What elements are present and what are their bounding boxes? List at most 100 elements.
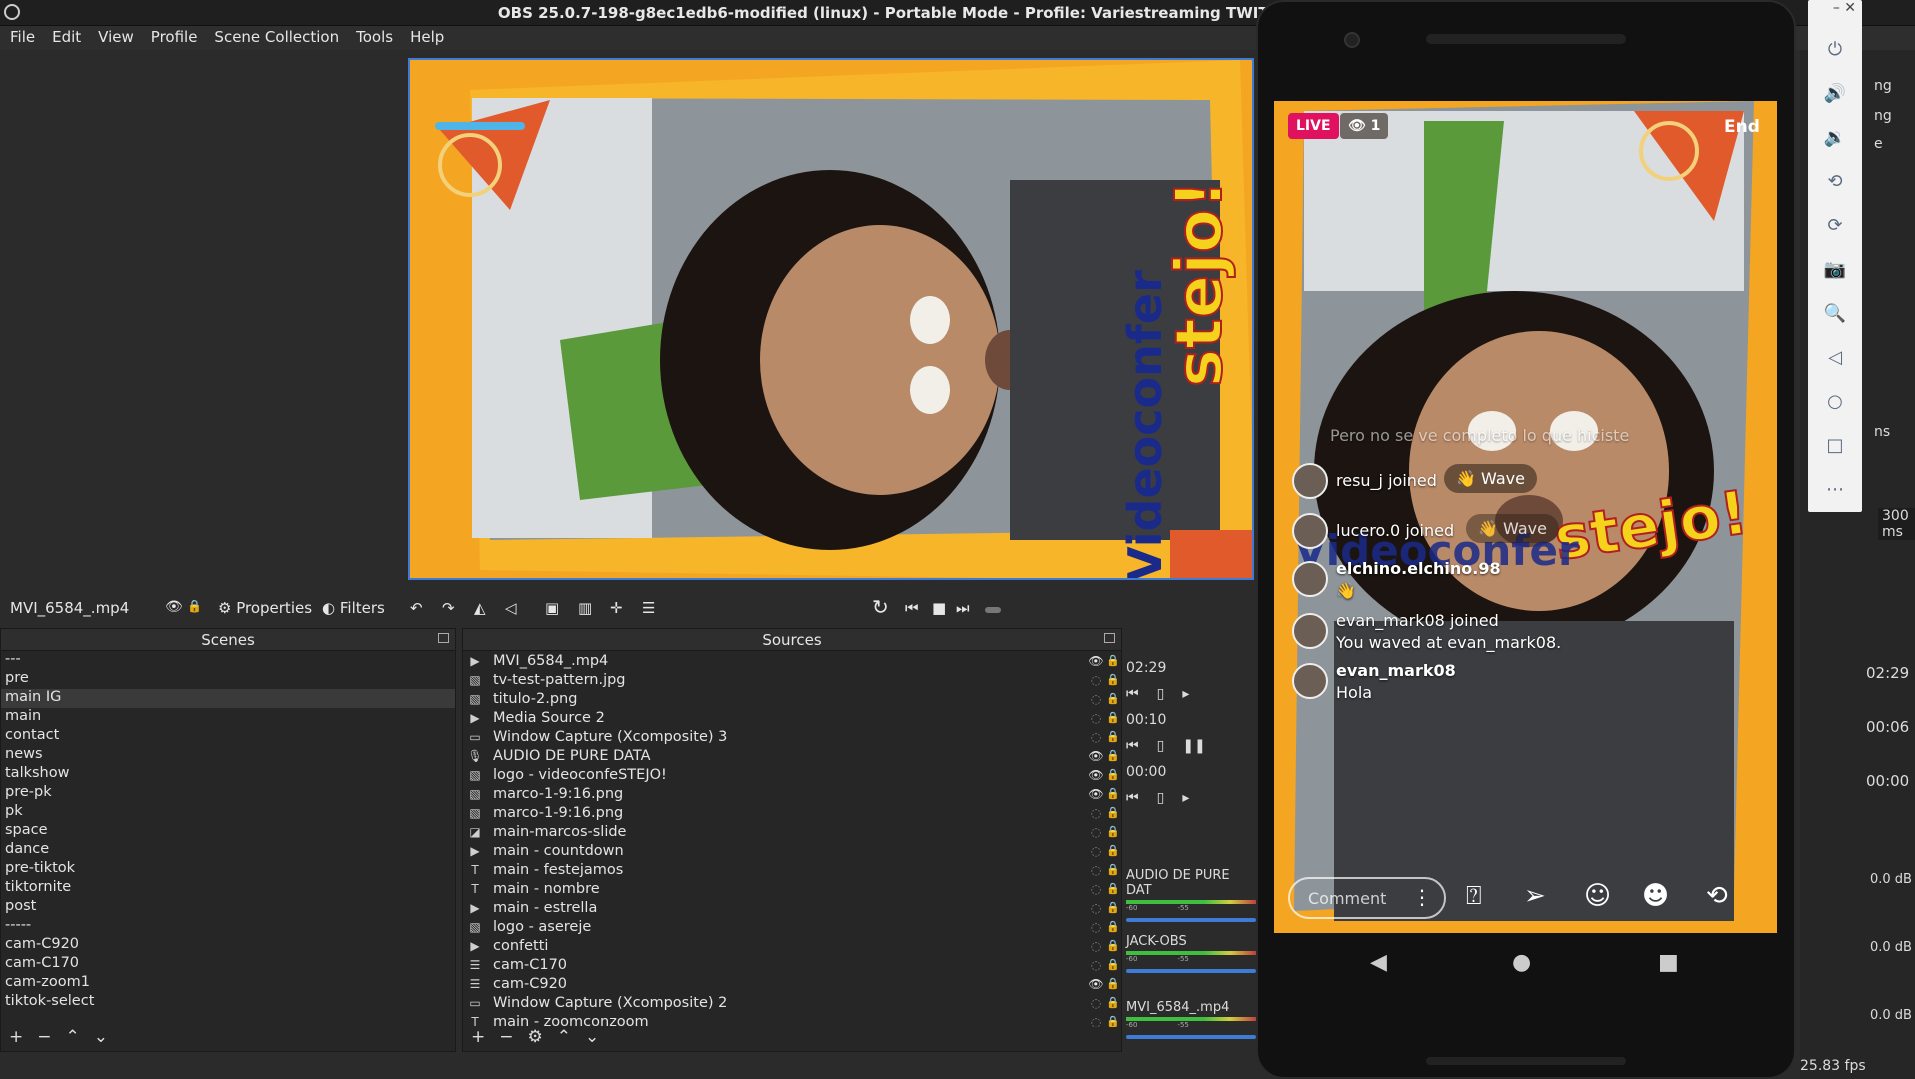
- visibility-eye-icon[interactable]: ◌: [1087, 673, 1105, 687]
- filters-button[interactable]: ◐ Filters: [322, 599, 385, 617]
- lock-icon[interactable]: 🔒: [1105, 958, 1121, 971]
- more-icon[interactable]: ⋯: [1808, 468, 1862, 512]
- move-up-icon[interactable]: ⌃: [66, 1027, 80, 1047]
- scene-item[interactable]: ---: [1, 651, 455, 670]
- minimize-icon[interactable]: –: [1833, 0, 1844, 16]
- source-item[interactable]: ▧ logo - asereje ◌ 🔒: [463, 917, 1121, 936]
- scene-item[interactable]: cam-C920: [1, 936, 455, 955]
- power-icon[interactable]: ⏻: [1808, 28, 1862, 72]
- volume-slider[interactable]: [1126, 1035, 1256, 1039]
- scene-item[interactable]: post: [1, 898, 455, 917]
- lock-icon[interactable]: 🔒: [1105, 939, 1121, 952]
- scene-item[interactable]: cam-C170: [1, 955, 455, 974]
- visibility-eye-icon[interactable]: ◌: [1087, 863, 1105, 877]
- scene-item[interactable]: cam-zoom1: [1, 974, 455, 993]
- stop-icon[interactable]: ▯: [1157, 738, 1165, 754]
- menu-file[interactable]: File: [0, 26, 42, 46]
- visibility-eye-icon[interactable]: ◌: [1087, 901, 1105, 915]
- visibility-eye-icon[interactable]: ◌: [1087, 958, 1105, 972]
- visibility-eye-icon[interactable]: 👁: [1087, 787, 1105, 801]
- wave-button[interactable]: 👋 Wave: [1444, 464, 1537, 493]
- properties-button[interactable]: ⚙ Properties: [218, 599, 312, 617]
- back-icon[interactable]: ◀: [1370, 950, 1387, 975]
- scene-item[interactable]: pre-pk: [1, 784, 455, 803]
- eye-icon[interactable]: 👁: [165, 599, 183, 615]
- pause-icon[interactable]: ❚❚: [1182, 738, 1205, 754]
- face-effects-icon[interactable]: ☺: [1584, 881, 1611, 911]
- stretch-icon[interactable]: ▥: [578, 599, 592, 617]
- lock-icon[interactable]: 🔒: [1105, 882, 1121, 895]
- emoji-icon[interactable]: ☻: [1642, 881, 1669, 911]
- lock-icon[interactable]: 🔒: [187, 599, 202, 613]
- move-down-icon[interactable]: ⌄: [585, 1027, 599, 1047]
- source-item[interactable]: Tmain - zoomconzoom ◌ 🔒: [463, 1012, 1121, 1028]
- rotate-right-icon[interactable]: ↷: [442, 599, 455, 617]
- stop-icon[interactable]: ■: [932, 599, 946, 617]
- flip-vertical-icon[interactable]: ◁: [505, 599, 517, 617]
- scene-item[interactable]: pre: [1, 670, 455, 689]
- scene-item[interactable]: main IG: [1, 689, 455, 708]
- source-item[interactable]: ☰ cam-C170 ◌ 🔒: [463, 955, 1121, 974]
- previous-icon[interactable]: ⏮: [1126, 790, 1139, 806]
- previous-icon[interactable]: ⏮: [1126, 686, 1139, 702]
- scene-item[interactable]: main: [1, 708, 455, 727]
- source-item[interactable]: ▶ Media Source 2 ◌ 🔒: [463, 708, 1121, 727]
- scene-item[interactable]: dance: [1, 841, 455, 860]
- stop-icon[interactable]: ▯: [1157, 686, 1165, 702]
- back-icon[interactable]: ◁: [1808, 336, 1862, 380]
- flip-camera-icon[interactable]: ⟲: [1706, 881, 1728, 911]
- close-icon[interactable]: ✕: [1844, 0, 1856, 16]
- source-item[interactable]: ▧ logo - videoconfeSTEJO! 👁 🔒: [463, 765, 1121, 784]
- program-preview[interactable]: stejo! Videoconfer: [408, 58, 1254, 580]
- center-icon[interactable]: ✛: [610, 599, 623, 617]
- scene-item[interactable]: news: [1, 746, 455, 765]
- menu-help[interactable]: Help: [400, 26, 451, 46]
- flip-horizontal-icon[interactable]: ◭: [474, 599, 486, 617]
- visibility-eye-icon[interactable]: 👁: [1087, 977, 1105, 991]
- scene-item[interactable]: contact: [1, 727, 455, 746]
- visibility-eye-icon[interactable]: ◌: [1087, 730, 1105, 744]
- menu-tools[interactable]: Tools: [346, 26, 400, 46]
- scene-item[interactable]: tiktornite: [1, 879, 455, 898]
- add-icon[interactable]: +: [9, 1027, 23, 1047]
- restart-icon[interactable]: ↻: [872, 595, 889, 619]
- source-item[interactable]: ▧ marco-1-9:16.png ◌ 🔒: [463, 803, 1121, 822]
- previous-icon[interactable]: ⏮: [905, 599, 919, 617]
- lock-icon[interactable]: 🔒: [1105, 1015, 1121, 1027]
- lock-icon[interactable]: 🔒: [1105, 863, 1121, 876]
- end-button[interactable]: End: [1724, 117, 1760, 137]
- source-item[interactable]: ◪ main-marcos-slide ◌ 🔒: [463, 822, 1121, 841]
- source-item[interactable]: ▶ main - estrella ◌ 🔒: [463, 898, 1121, 917]
- recent-apps-icon[interactable]: ■: [1658, 950, 1679, 975]
- lock-icon[interactable]: 🔒: [1105, 787, 1121, 800]
- source-item[interactable]: ▶ MVI_6584_.mp4 👁 🔒: [463, 651, 1121, 670]
- source-item[interactable]: ▧ titulo-2.png ◌ 🔒: [463, 689, 1121, 708]
- rotate-left-icon[interactable]: ⟲: [1808, 160, 1862, 204]
- lock-icon[interactable]: 🔒: [1105, 768, 1121, 781]
- visibility-eye-icon[interactable]: ◌: [1087, 806, 1105, 820]
- home-icon[interactable]: ○: [1808, 380, 1862, 424]
- lock-icon[interactable]: 🔒: [1105, 654, 1121, 667]
- more-options-icon[interactable]: ⋮: [1412, 885, 1432, 909]
- lock-icon[interactable]: 🔒: [1105, 901, 1121, 914]
- play-icon[interactable]: ▸: [1182, 686, 1189, 702]
- menu-profile[interactable]: Profile: [141, 26, 205, 46]
- source-item[interactable]: ☰ cam-C920 👁 🔒: [463, 974, 1121, 993]
- rotate-right-icon[interactable]: ⟳: [1808, 204, 1862, 248]
- send-icon[interactable]: ➢: [1524, 881, 1546, 911]
- gear-icon[interactable]: ⚙: [528, 1027, 543, 1047]
- volume-slider[interactable]: [1126, 969, 1256, 973]
- move-down-icon[interactable]: ⌄: [94, 1027, 108, 1047]
- stop-icon[interactable]: ▯: [1157, 790, 1165, 806]
- remove-icon[interactable]: −: [499, 1027, 513, 1047]
- visibility-eye-icon[interactable]: ◌: [1087, 882, 1105, 896]
- undock-icon[interactable]: [1104, 633, 1115, 643]
- visibility-eye-icon[interactable]: ◌: [1087, 996, 1105, 1010]
- lock-icon[interactable]: 🔒: [1105, 673, 1121, 686]
- source-item[interactable]: Tmain - festejamos ◌ 🔒: [463, 860, 1121, 879]
- add-icon[interactable]: +: [471, 1027, 485, 1047]
- visibility-eye-icon[interactable]: 👁: [1087, 654, 1105, 668]
- duration-field[interactable]: 300 ms: [1878, 508, 1915, 540]
- lock-icon[interactable]: 🔒: [1105, 749, 1121, 762]
- play-icon[interactable]: ▸: [1182, 790, 1189, 806]
